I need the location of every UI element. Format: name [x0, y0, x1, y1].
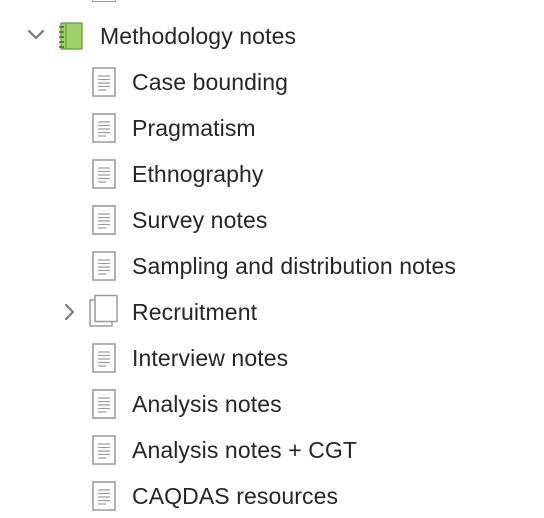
- binder-item[interactable]: Pragmatism: [0, 105, 544, 151]
- item-label: Analysis notes: [132, 391, 282, 417]
- stacked-documents-icon: [89, 294, 118, 327]
- binder-item-recruitment[interactable]: Recruitment: [0, 289, 544, 335]
- partial-document-icon: [92, 0, 116, 2]
- binder-item[interactable]: Survey notes: [0, 197, 544, 243]
- binder-item[interactable]: Analysis notes + CGT: [0, 427, 544, 473]
- item-label: Case bounding: [132, 69, 289, 95]
- document-icon: [92, 205, 116, 235]
- document-icon: [92, 389, 116, 419]
- item-label: Interview notes: [132, 345, 289, 371]
- document-icon: [92, 435, 116, 465]
- binder-item[interactable]: Ethnography: [0, 151, 544, 197]
- document-icon: [92, 67, 116, 97]
- item-label: Ethnography: [132, 161, 264, 187]
- chevron-right-icon[interactable]: [62, 302, 76, 322]
- binder-item[interactable]: Analysis notes: [0, 381, 544, 427]
- item-label: Pragmatism: [132, 115, 256, 141]
- item-label: Survey notes: [132, 207, 268, 233]
- document-icon: [92, 159, 116, 189]
- document-icon: [92, 343, 116, 373]
- binder-tree: Methodology notes Case bounding Pragmati…: [0, 0, 544, 518]
- binder-group-methodology-notes[interactable]: Methodology notes: [0, 13, 544, 59]
- notebook-icon: [59, 22, 83, 50]
- document-icon: [92, 113, 116, 143]
- document-icon: [92, 481, 116, 511]
- binder-item[interactable]: Interview notes: [0, 335, 544, 381]
- binder-item[interactable]: CAQDAS resources: [0, 473, 544, 518]
- item-label: Sampling and distribution notes: [132, 253, 457, 279]
- binder-item[interactable]: Case bounding: [0, 59, 544, 105]
- binder-item[interactable]: Sampling and distribution notes: [0, 243, 544, 289]
- group-label: Methodology notes: [100, 23, 297, 49]
- document-icon: [92, 251, 116, 281]
- chevron-down-icon[interactable]: [26, 28, 46, 42]
- item-label: Recruitment: [132, 299, 258, 325]
- item-label: Analysis notes + CGT: [132, 437, 358, 463]
- item-label: CAQDAS resources: [132, 483, 339, 509]
